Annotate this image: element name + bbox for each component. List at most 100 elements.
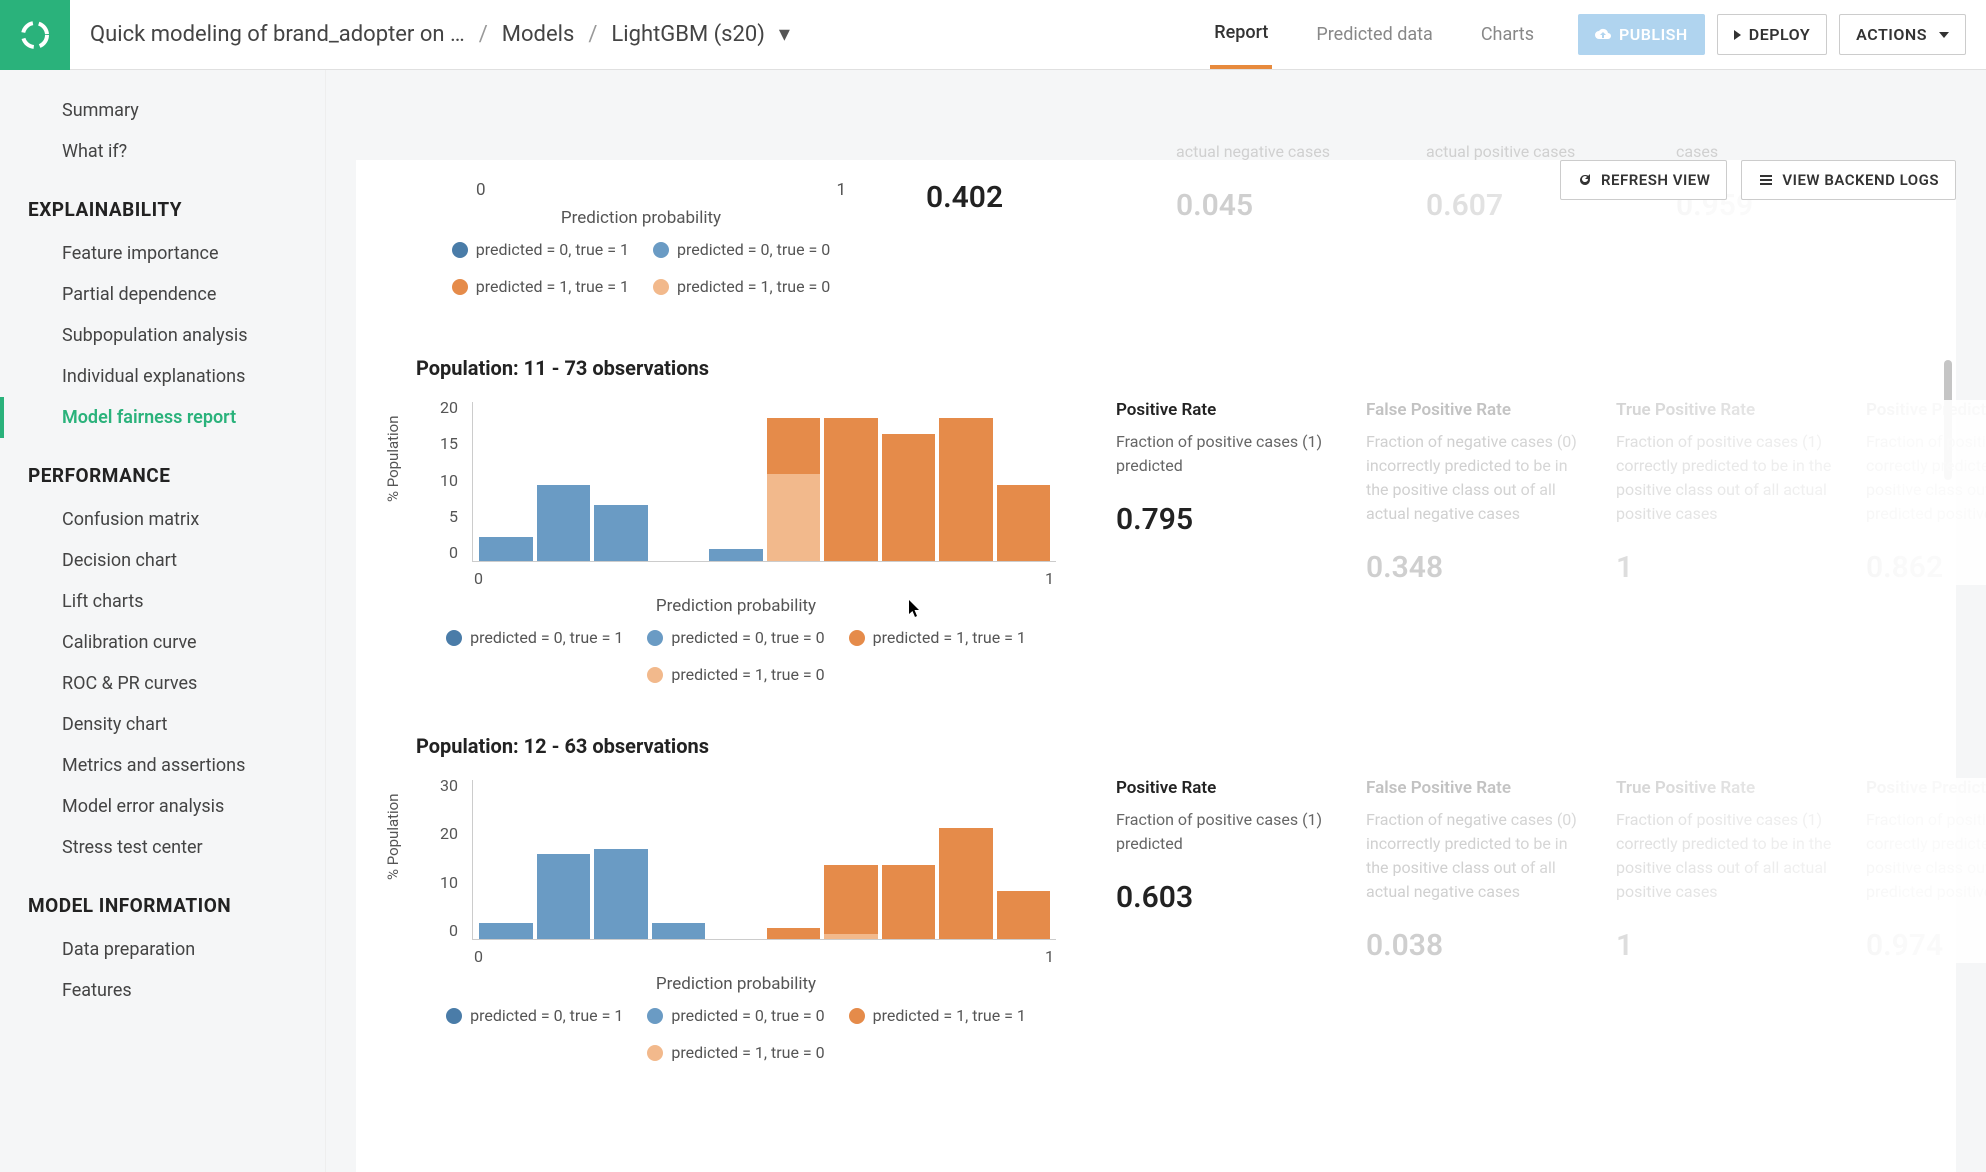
publish-button[interactable]: PUBLISH (1578, 14, 1705, 55)
metric-pr-desc: Fraction of positive cases (1) predicted (1116, 808, 1336, 856)
sidebar-item-feature-importance[interactable]: Feature importance (0, 233, 325, 274)
deploy-label: DEPLOY (1749, 25, 1810, 44)
metric-pr-value: 0.402 (926, 180, 1146, 215)
top-actions: PUBLISH DEPLOY ACTIONS (1558, 14, 1986, 55)
sidebar-item-features[interactable]: Features (0, 970, 325, 1011)
metric-fpr-value: 0.038 (1366, 928, 1586, 963)
xaxis-title: Prediction probability (416, 208, 866, 228)
sidebar-item-data-preparation[interactable]: Data preparation (0, 929, 325, 970)
sidebar-header-performance: PERFORMANCE (0, 438, 325, 499)
top-nav: Report Predicted data Charts (1210, 0, 1558, 69)
sidebar-item-lift-charts[interactable]: Lift charts (0, 581, 325, 622)
xaxis-1: 1 (1045, 569, 1054, 588)
xaxis-1: 1 (836, 180, 846, 200)
plot-area (472, 780, 1056, 940)
actions-label: ACTIONS (1856, 25, 1927, 44)
xaxis-0: 0 (476, 180, 486, 200)
chart-pop12: % Population 30 20 10 0 0 1 (416, 776, 1056, 966)
chart-legend: predicted = 0, true = 1 predicted = 0, t… (416, 240, 866, 296)
sidebar-item-density-chart[interactable]: Density chart (0, 704, 325, 745)
tab-charts[interactable]: Charts (1477, 2, 1538, 67)
play-icon (1734, 30, 1741, 40)
sidebar-item-whatif[interactable]: What if? (0, 131, 325, 172)
main-content: REFRESH VIEW VIEW BACKEND LOGS 0 1 Predi… (326, 70, 1986, 1172)
logs-label: VIEW BACKEND LOGS (1782, 171, 1939, 189)
breadcrumb-model[interactable]: LightGBM (s20) (611, 22, 765, 47)
sidebar-item-summary[interactable]: Summary (0, 90, 325, 131)
sidebar-item-decision-chart[interactable]: Decision chart (0, 540, 325, 581)
legend-dot-icon (653, 242, 669, 258)
chart-legend: predicted = 0, true = 1 predicted = 0, t… (416, 1006, 1056, 1062)
legend-dot-icon (452, 242, 468, 258)
legend-a: predicted = 0, true = 1 (476, 240, 629, 259)
actions-button[interactable]: ACTIONS (1839, 14, 1966, 55)
tab-report[interactable]: Report (1210, 0, 1272, 69)
xaxis-title: Prediction probability (416, 596, 1056, 616)
metric-ppv-value: 0.974 (1866, 928, 1986, 963)
sidebar-item-model-fairness[interactable]: Model fairness report (0, 397, 325, 438)
metric-ppv-head: Positive Predictive V (1866, 778, 1986, 798)
metric-fpr-value: 0.045 (1176, 188, 1396, 223)
metric-tpr-desc: Fraction of positive cases (1) correctly… (1616, 430, 1836, 526)
logo-icon (19, 19, 51, 51)
deploy-button[interactable]: DEPLOY (1717, 14, 1827, 55)
metric-pr-value: 0.603 (1116, 880, 1336, 915)
metric-pr-desc: Fraction of positive cases (1) predicted (1116, 430, 1336, 478)
pop12-title: Population: 12 - 63 observations (416, 734, 1056, 758)
sidebar-item-roc-pr[interactable]: ROC & PR curves (0, 663, 325, 704)
legend-dot-icon (446, 630, 462, 646)
model-dropdown-icon[interactable]: ▾ (779, 22, 790, 47)
chart-pop-prev: 0 1 Prediction probability predicted = 0… (416, 180, 866, 296)
metric-ppv-desc: Fraction of positive cases (1) correctly… (1866, 808, 1986, 904)
sidebar-item-partial-dependence[interactable]: Partial dependence (0, 274, 325, 315)
legend-c: predicted = 1, true = 1 (476, 277, 629, 296)
refresh-label: REFRESH VIEW (1601, 171, 1710, 189)
view-logs-button[interactable]: VIEW BACKEND LOGS (1741, 160, 1956, 200)
topbar: Quick modeling of brand_adopter on … / M… (0, 0, 1986, 70)
metric-tpr-head: True Positive Rate (1616, 400, 1836, 420)
metric-pr-head: Positive Rate (1116, 778, 1336, 798)
metric-fpr-desc: Fraction of negative cases (0) incorrect… (1366, 430, 1586, 526)
publish-label: PUBLISH (1619, 25, 1688, 44)
sidebar-item-individual-explanations[interactable]: Individual explanations (0, 356, 325, 397)
breadcrumb-sep: / (588, 22, 597, 47)
legend-dot-icon (849, 1008, 865, 1024)
xaxis-0: 0 (474, 569, 483, 588)
xaxis-title: Prediction probability (416, 974, 1056, 994)
breadcrumb-project[interactable]: Quick modeling of brand_adopter on … (90, 22, 465, 47)
metric-tpr-head: True Positive Rate (1616, 778, 1836, 798)
metric-ppv-head: Positive Predictive V (1866, 400, 1986, 420)
list-icon (1758, 172, 1774, 188)
metric-pr-value: 0.795 (1116, 502, 1336, 537)
sidebar-item-stress-test[interactable]: Stress test center (0, 827, 325, 868)
yaxis-label: % Population (384, 793, 402, 880)
sidebar-item-subpopulation[interactable]: Subpopulation analysis (0, 315, 325, 356)
sidebar-item-model-error[interactable]: Model error analysis (0, 786, 325, 827)
legend-dot-icon (647, 1008, 663, 1024)
sidebar-item-confusion-matrix[interactable]: Confusion matrix (0, 499, 325, 540)
cloud-upload-icon (1595, 27, 1611, 43)
plot-area (472, 402, 1056, 562)
legend-b: predicted = 0, true = 0 (677, 240, 830, 259)
app-logo[interactable] (0, 0, 70, 70)
sidebar-item-calibration-curve[interactable]: Calibration curve (0, 622, 325, 663)
breadcrumb-models[interactable]: Models (502, 22, 575, 47)
metrics-row-pop11: Positive Rate Fraction of positive cases… (1116, 400, 1986, 585)
sidebar-header-explainability: EXPLAINABILITY (0, 172, 325, 233)
legend-dot-icon (647, 1045, 663, 1061)
chart-legend: predicted = 0, true = 1 predicted = 0, t… (416, 628, 1056, 684)
legend-dot-icon (446, 1008, 462, 1024)
metric-fpr-head: False Positive Rate (1366, 778, 1586, 798)
chart-pop11: % Population 20 15 10 5 0 0 1 (416, 398, 1056, 588)
legend-dot-icon (647, 630, 663, 646)
metric-fpr-value: 0.348 (1366, 550, 1586, 585)
action-bar: REFRESH VIEW VIEW BACKEND LOGS (1560, 160, 1956, 200)
metric-ppv-desc: Fraction of positive cases (1) correctly… (1866, 430, 1986, 526)
breadcrumb: Quick modeling of brand_adopter on … / M… (70, 22, 1210, 47)
legend-dot-icon (849, 630, 865, 646)
legend-dot-icon (452, 279, 468, 295)
sidebar-item-metrics-assertions[interactable]: Metrics and assertions (0, 745, 325, 786)
refresh-view-button[interactable]: REFRESH VIEW (1560, 160, 1727, 200)
metric-note: actual negative cases (1176, 140, 1396, 164)
tab-predicted-data[interactable]: Predicted data (1312, 2, 1436, 67)
